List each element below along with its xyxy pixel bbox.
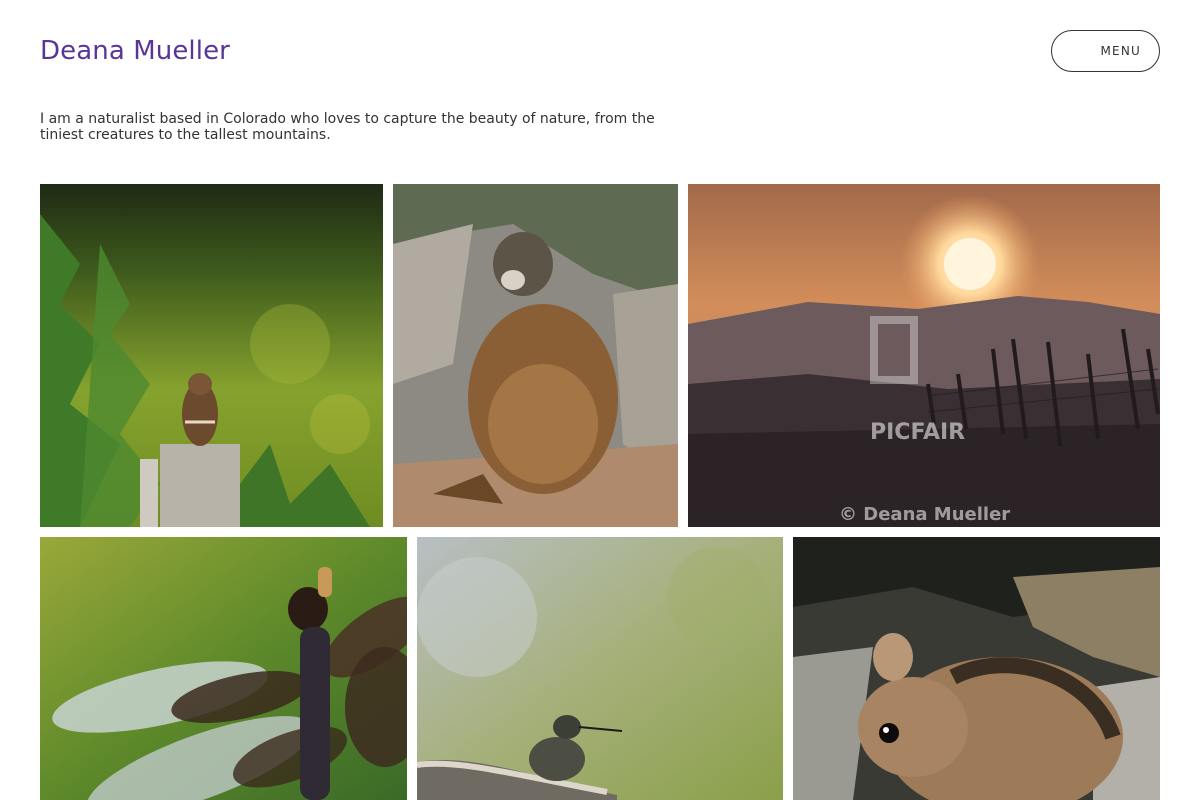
photo-dragonfly[interactable] (40, 537, 407, 800)
menu-button[interactable]: MENU (1051, 30, 1160, 72)
sunset-image (688, 184, 1160, 527)
marmot-image (393, 184, 678, 527)
ground-squirrel-image (793, 537, 1160, 800)
hummingbird-image (417, 537, 783, 800)
photo-ground-squirrel[interactable] (793, 537, 1160, 800)
photo-sunset[interactable]: PICFAIR © Deana Mueller (688, 184, 1160, 527)
page: Deana Mueller MENU I am a naturalist bas… (0, 0, 1200, 800)
photo-chipmunk[interactable] (40, 184, 383, 527)
site-title[interactable]: Deana Mueller (40, 33, 230, 69)
photo-hummingbird[interactable] (417, 537, 783, 800)
chipmunk-image (40, 184, 383, 527)
photo-marmot[interactable] (393, 184, 678, 527)
bio-text: I am a naturalist based in Colorado who … (40, 111, 655, 143)
dragonfly-image (40, 537, 407, 800)
